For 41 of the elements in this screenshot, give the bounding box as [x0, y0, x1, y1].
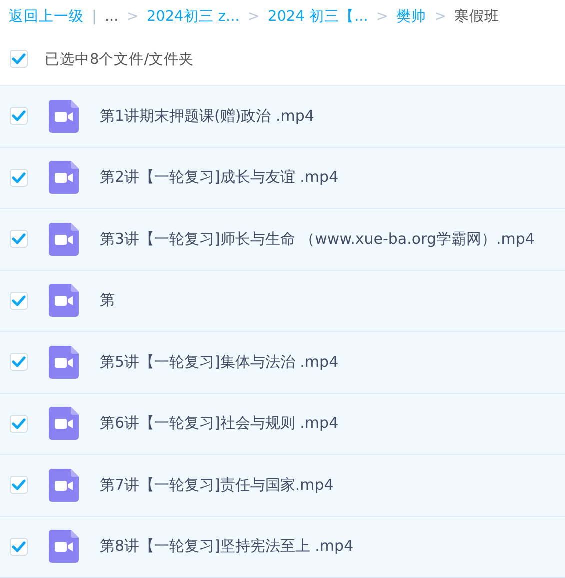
file-row[interactable]: 第3讲【一轮复习]师长与生命 （www.xue-ba.org学霸网）.mp4 — [0, 209, 565, 270]
select-all-checkbox[interactable] — [10, 50, 28, 68]
selection-count-label: 已选中8个文件/文件夹 — [45, 50, 194, 68]
file-checkbox[interactable] — [10, 107, 28, 126]
file-checkbox[interactable] — [10, 230, 28, 248]
video-file-icon — [49, 161, 79, 194]
file-name: 第2讲【一轮复习]成长与友谊 .mp4 — [100, 168, 339, 188]
breadcrumb-item: 寒假班 — [454, 8, 500, 26]
video-file-icon — [49, 407, 79, 440]
video-file-icon — [49, 530, 79, 564]
file-name: 第 — [100, 291, 115, 310]
breadcrumb-separator: > — [126, 8, 139, 24]
file-checkbox[interactable] — [10, 414, 28, 433]
file-checkbox[interactable] — [10, 476, 28, 494]
video-file-icon — [49, 284, 79, 318]
file-row[interactable]: 第8讲【一轮复习]坚持宪法至上 .mp4 — [0, 516, 565, 578]
video-file-icon — [49, 222, 79, 256]
file-row[interactable]: 第 — [0, 270, 565, 332]
file-row[interactable]: 第1讲期末押题课(赠)政治 .mp4 — [0, 86, 565, 148]
file-name: 第8讲【一轮复习]坚持宪法至上 .mp4 — [100, 537, 354, 556]
file-name: 第7讲【一轮复习]责任与国家.mp4 — [100, 476, 334, 495]
file-row[interactable]: 第6讲【一轮复习]社会与规则 .mp4 — [0, 394, 565, 455]
video-file-icon — [49, 346, 79, 379]
breadcrumb-separator: | — [92, 8, 97, 24]
breadcrumb-separator: > — [248, 8, 260, 24]
file-checkbox[interactable] — [10, 168, 28, 187]
file-checkbox[interactable] — [10, 292, 28, 310]
file-checkbox[interactable] — [10, 538, 28, 556]
file-row[interactable]: 第5讲【一轮复习]集体与法治 .mp4 — [0, 332, 565, 394]
file-row[interactable]: 第2讲【一轮复习]成长与友谊 .mp4 — [0, 148, 565, 209]
breadcrumb-separator: > — [376, 8, 388, 24]
video-file-icon — [49, 100, 79, 133]
file-name: 第1讲期末押题课(赠)政治 .mp4 — [100, 106, 314, 126]
breadcrumb-item: ... — [104, 8, 119, 24]
breadcrumb-separator: > — [434, 8, 447, 24]
file-checkbox[interactable] — [10, 353, 28, 372]
file-name: 第6讲【一轮复习]社会与规则 .mp4 — [100, 414, 339, 434]
file-name: 第3讲【一轮复习]师长与生命 （www.xue-ba.org学霸网）.mp4 — [100, 230, 535, 249]
video-file-icon — [49, 468, 79, 502]
file-name: 第5讲【一轮复习]集体与法治 .mp4 — [100, 352, 339, 372]
file-row[interactable]: 第7讲【一轮复习]责任与国家.mp4 — [0, 455, 565, 516]
